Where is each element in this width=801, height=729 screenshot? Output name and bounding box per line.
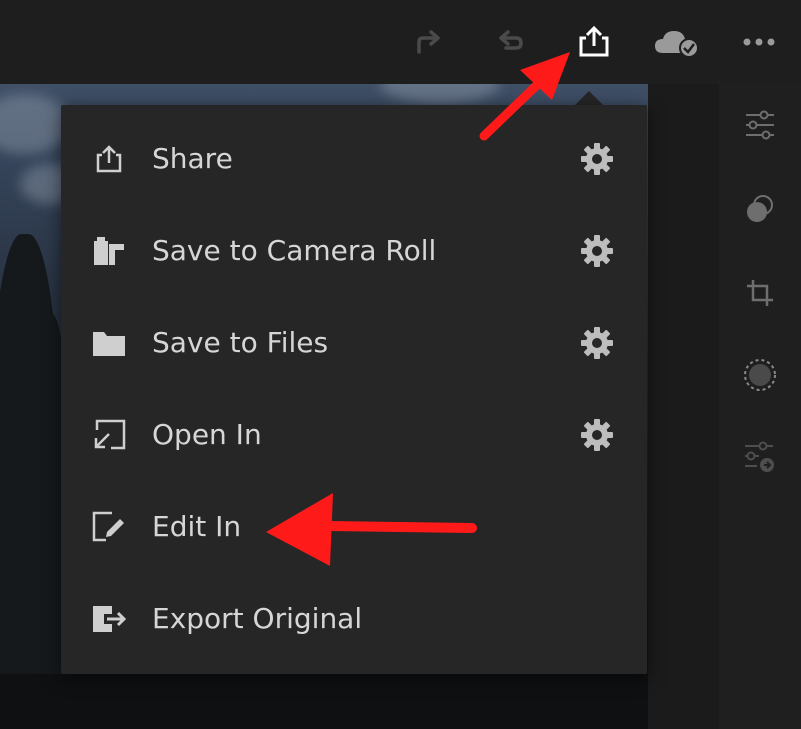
sliders-icon <box>746 110 774 140</box>
top-toolbar <box>0 0 801 84</box>
open-in-icon <box>89 415 129 455</box>
share-button[interactable] <box>572 20 616 64</box>
cloud-sync-button[interactable] <box>652 20 702 64</box>
edit-in-icon <box>89 507 129 547</box>
selective-edit-dotted-circle-icon <box>744 359 776 391</box>
menu-item-open-in[interactable]: Open In <box>61 389 647 481</box>
share-upload-icon <box>579 26 609 57</box>
edit-tools-panel <box>719 84 801 729</box>
share-menu: Share Save to Camera Roll Save to Files … <box>61 105 647 674</box>
menu-item-label: Export Original <box>152 602 363 635</box>
healing-button[interactable] <box>739 436 781 478</box>
share-icon <box>89 139 129 179</box>
files-settings-gear-icon[interactable] <box>577 323 617 363</box>
folder-icon <box>89 323 129 363</box>
menu-item-label: Share <box>152 142 233 175</box>
light-adjust-button[interactable] <box>739 104 781 146</box>
menu-item-save-to-camera-roll[interactable]: Save to Camera Roll <box>61 205 647 297</box>
menu-item-save-to-files[interactable]: Save to Files <box>61 297 647 389</box>
export-original-icon <box>89 599 129 639</box>
more-dots-icon <box>743 38 775 46</box>
menu-item-export-original[interactable]: Export Original <box>61 573 647 665</box>
healing-adjust-icon <box>745 441 774 472</box>
camera-roll-settings-gear-icon[interactable] <box>577 231 617 271</box>
more-button[interactable] <box>737 20 781 64</box>
redo-arrow-icon <box>417 30 440 54</box>
share-settings-gear-icon[interactable] <box>577 139 617 179</box>
presets-button[interactable] <box>739 188 781 230</box>
menu-caret <box>574 91 604 106</box>
cloud-check-icon <box>655 31 699 57</box>
menu-item-share[interactable]: Share <box>61 113 647 205</box>
crop-button[interactable] <box>739 272 781 314</box>
open-in-settings-gear-icon[interactable] <box>577 415 617 455</box>
crop-rotate-icon <box>747 280 773 306</box>
menu-item-edit-in[interactable]: Edit In <box>61 481 647 573</box>
menu-item-label: Save to Camera Roll <box>152 234 437 267</box>
menu-item-label: Save to Files <box>152 326 329 359</box>
menu-item-label: Open In <box>152 418 262 451</box>
selective-edit-button[interactable] <box>739 354 781 396</box>
menu-item-label: Edit In <box>152 510 242 543</box>
redo-button[interactable] <box>406 20 450 64</box>
presets-circles-icon <box>747 195 773 222</box>
undo-arrow-icon <box>499 30 523 50</box>
undo-button[interactable] <box>489 20 533 64</box>
camera-roll-icon <box>89 231 129 271</box>
